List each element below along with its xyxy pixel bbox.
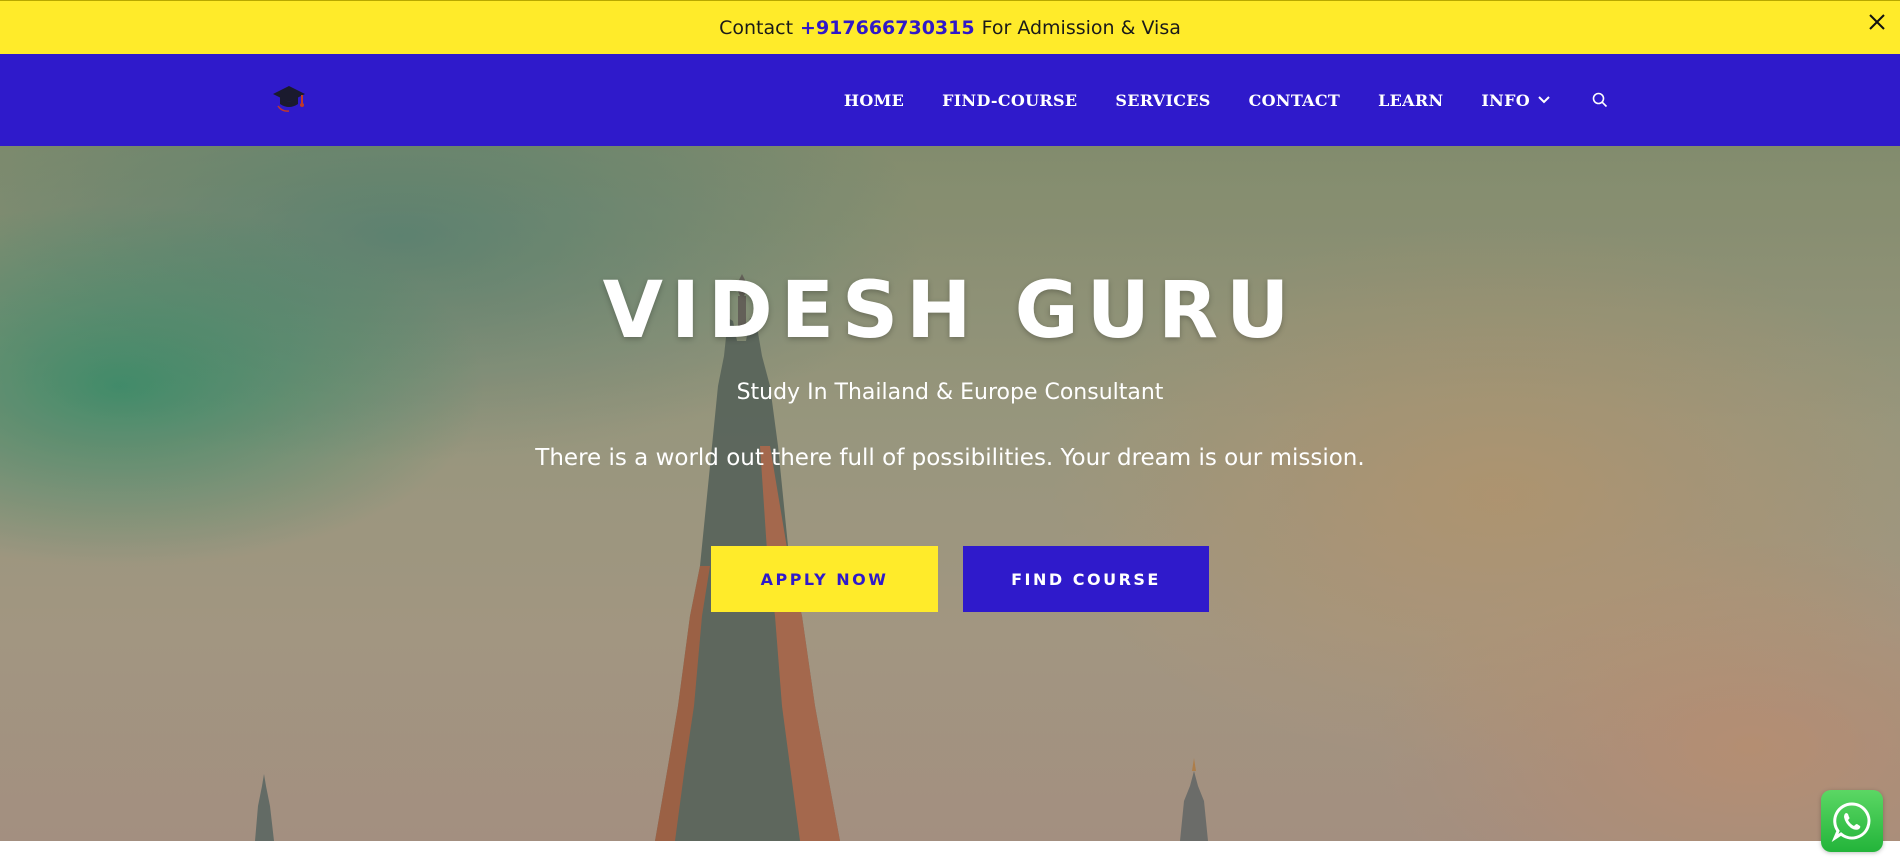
nav-item-services[interactable]: SERVICES: [1115, 91, 1210, 110]
announcement-suffix: For Admission & Visa: [981, 16, 1181, 39]
announcement-prefix: Contact: [719, 16, 794, 39]
hero-title: VIDESH GURU: [602, 266, 1298, 356]
announcement-phone-link[interactable]: +917666730315: [800, 17, 975, 39]
nav-item-label: HOME: [843, 90, 905, 110]
hero-description: There is a world out there full of possi…: [535, 445, 1365, 471]
close-icon[interactable]: [1864, 9, 1890, 35]
hero-overlay: [0, 146, 1900, 841]
nav-menu: HOME FIND-COURSE SERVICES CONTACT LEARN …: [844, 54, 1608, 146]
find-course-button[interactable]: FIND COURSE: [963, 546, 1209, 612]
graduation-cap-icon[interactable]: [272, 82, 306, 114]
announcement-bar: Contact +917666730315 For Admission & Vi…: [0, 0, 1900, 54]
main-navigation: HOME FIND-COURSE SERVICES CONTACT LEARN …: [0, 54, 1900, 146]
nav-item-find-course[interactable]: FIND-COURSE: [942, 91, 1077, 110]
nav-item-label: CONTACT: [1248, 90, 1341, 110]
hero-section: VIDESH GURU Study In Thailand & Europe C…: [0, 146, 1900, 841]
nav-item-home[interactable]: HOME: [844, 91, 904, 110]
search-icon[interactable]: [1592, 92, 1608, 108]
nav-item-label: INFO: [1481, 90, 1530, 110]
nav-item-learn[interactable]: LEARN: [1378, 91, 1443, 110]
whatsapp-icon[interactable]: [1821, 790, 1883, 852]
nav-item-contact[interactable]: CONTACT: [1249, 91, 1340, 110]
chevron-down-icon: [1538, 96, 1550, 104]
nav-item-label: SERVICES: [1115, 90, 1211, 110]
nav-item-label: LEARN: [1378, 90, 1444, 110]
hero-subtitle: Study In Thailand & Europe Consultant: [736, 380, 1164, 405]
apply-now-button[interactable]: APPLY NOW: [711, 546, 938, 612]
nav-item-label: FIND-COURSE: [942, 90, 1078, 110]
nav-item-info[interactable]: INFO: [1481, 91, 1550, 110]
